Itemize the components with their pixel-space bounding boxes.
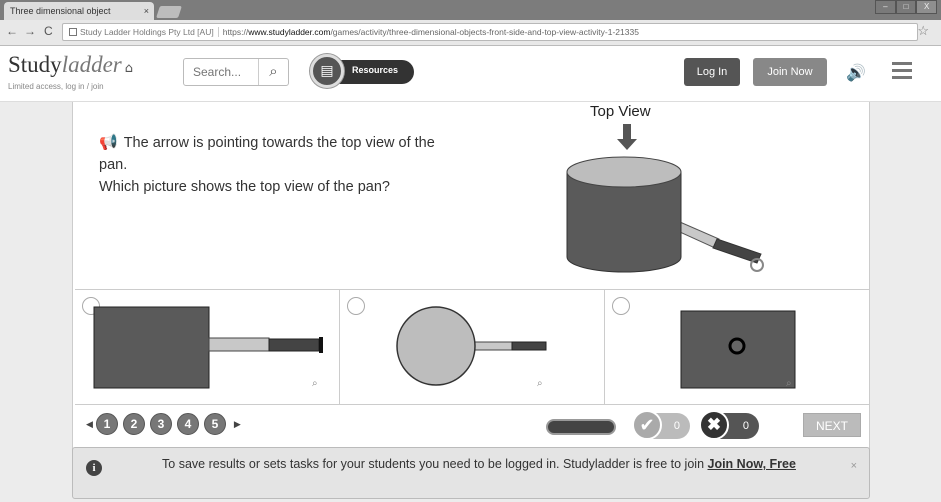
- page-5-button[interactable]: 5: [203, 413, 226, 435]
- answer-option-3[interactable]: ⌕: [605, 290, 869, 404]
- site-header: Studyladder ⌂ Limited access, log in / jo…: [0, 46, 941, 102]
- pan-body: [566, 156, 682, 273]
- dismiss-icon[interactable]: ×: [851, 456, 857, 476]
- minimize-button[interactable]: –: [875, 0, 896, 14]
- option-2-illustration: [396, 306, 547, 386]
- tab-title: Three dimensional object: [10, 6, 111, 16]
- zoom-icon[interactable]: ⌕: [537, 378, 543, 389]
- correct-score: ✔ 0: [632, 410, 690, 440]
- question-line-1: The arrow is pointing towards the top vi…: [99, 135, 435, 173]
- login-notice: i To save results or sets tasks for your…: [72, 447, 870, 499]
- wrong-score: ✖ 0: [699, 410, 759, 440]
- prev-page-icon[interactable]: ◀: [86, 419, 93, 430]
- notice-text: To save results or sets tasks for your s…: [162, 457, 705, 471]
- page-1-button[interactable]: 1: [95, 413, 118, 435]
- close-window-button[interactable]: X: [916, 0, 938, 14]
- new-tab-button[interactable]: [156, 6, 182, 18]
- option-1-illustration: [93, 306, 323, 389]
- notice-message: To save results or sets tasks for your s…: [73, 454, 869, 474]
- zoom-icon[interactable]: ⌕: [312, 378, 318, 389]
- next-button[interactable]: NEXT: [803, 413, 861, 437]
- page-selector: ◀ 1 2 3 4 5 ▶: [83, 413, 244, 435]
- join-now-button[interactable]: Join Now: [753, 58, 827, 86]
- url-owner: Study Ladder Holdings Pty Ltd [AU]: [80, 27, 219, 37]
- book-icon: ▤: [310, 54, 344, 88]
- resources-label: Resources: [352, 65, 399, 75]
- check-icon: ✔: [632, 410, 662, 440]
- activity-stage: 📢 The arrow is pointing towards the top v…: [72, 102, 870, 450]
- address-bar[interactable]: Study Ladder Holdings Pty Ltd [AU] https:…: [62, 23, 918, 41]
- reload-icon[interactable]: C: [44, 24, 53, 38]
- browser-tab[interactable]: Three dimensional object ×: [4, 2, 154, 20]
- tab-strip: Three dimensional object × – □ X: [0, 0, 941, 20]
- browser-chrome: Three dimensional object × – □ X ← → C S…: [0, 0, 941, 46]
- arrow-down-icon: [617, 124, 637, 150]
- read-aloud-icon[interactable]: 📢: [99, 134, 118, 151]
- page-2-button[interactable]: 2: [122, 413, 145, 435]
- browser-toolbar: ← → C Study Ladder Holdings Pty Ltd [AU]…: [0, 20, 941, 46]
- speaker-icon[interactable]: 🔊: [846, 63, 866, 83]
- home-icon: ⌂: [124, 61, 134, 76]
- back-icon[interactable]: ←: [6, 24, 18, 38]
- tab-close-icon[interactable]: ×: [144, 2, 149, 20]
- studyladder-logo[interactable]: Studyladder ⌂: [8, 52, 133, 78]
- url-host: www.studyladder.com: [248, 27, 331, 37]
- resources-button[interactable]: ▤ Resources: [310, 54, 414, 88]
- activity-nav-bar: ◀ 1 2 3 4 5 ▶ ✔ 0 ✖ 0 NEXT: [73, 405, 871, 445]
- url-path: /games/activity/three-dimensional-object…: [330, 27, 639, 37]
- login-button[interactable]: Log In: [684, 58, 740, 86]
- url-prefix: https://: [222, 27, 249, 37]
- answer-options: ⌕ ⌕ ⌕: [75, 289, 869, 405]
- search-box: ⌕: [183, 58, 289, 86]
- forward-icon[interactable]: →: [24, 24, 36, 38]
- pan-illustration: [566, 124, 764, 273]
- join-now-link[interactable]: Join Now, Free: [708, 457, 796, 471]
- answer-option-1[interactable]: ⌕: [75, 290, 340, 404]
- question-text: 📢 The arrow is pointing towards the top v…: [99, 132, 449, 198]
- zoom-icon[interactable]: ⌕: [786, 378, 792, 389]
- logo-accent: ladder: [61, 52, 122, 77]
- answer-option-2[interactable]: ⌕: [340, 290, 605, 404]
- bookmark-star-icon[interactable]: ☆: [917, 23, 929, 39]
- top-view-label: Top View: [590, 103, 651, 120]
- x-icon: ✖: [699, 410, 729, 440]
- lock-icon: [69, 28, 77, 36]
- menu-icon[interactable]: [892, 62, 912, 79]
- info-icon: i: [86, 460, 102, 476]
- logo-main: Study: [8, 52, 62, 77]
- access-note[interactable]: Limited access, log in / join: [8, 82, 104, 91]
- maximize-button[interactable]: □: [895, 0, 917, 14]
- option-3-illustration: [680, 310, 796, 389]
- next-page-icon[interactable]: ▶: [234, 419, 241, 430]
- pan-figure: Top View: [561, 102, 771, 290]
- page-4-button[interactable]: 4: [176, 413, 199, 435]
- correct-count: 0: [673, 420, 680, 432]
- search-input[interactable]: [185, 60, 255, 84]
- window-controls: – □ X: [875, 0, 938, 14]
- question-line-2: Which picture shows the top view of the …: [99, 179, 390, 195]
- pan-handle: [670, 218, 764, 272]
- search-icon[interactable]: ⌕: [258, 59, 288, 85]
- wrong-count: 0: [742, 420, 749, 432]
- progress-indicator: [546, 419, 616, 435]
- page-3-button[interactable]: 3: [149, 413, 172, 435]
